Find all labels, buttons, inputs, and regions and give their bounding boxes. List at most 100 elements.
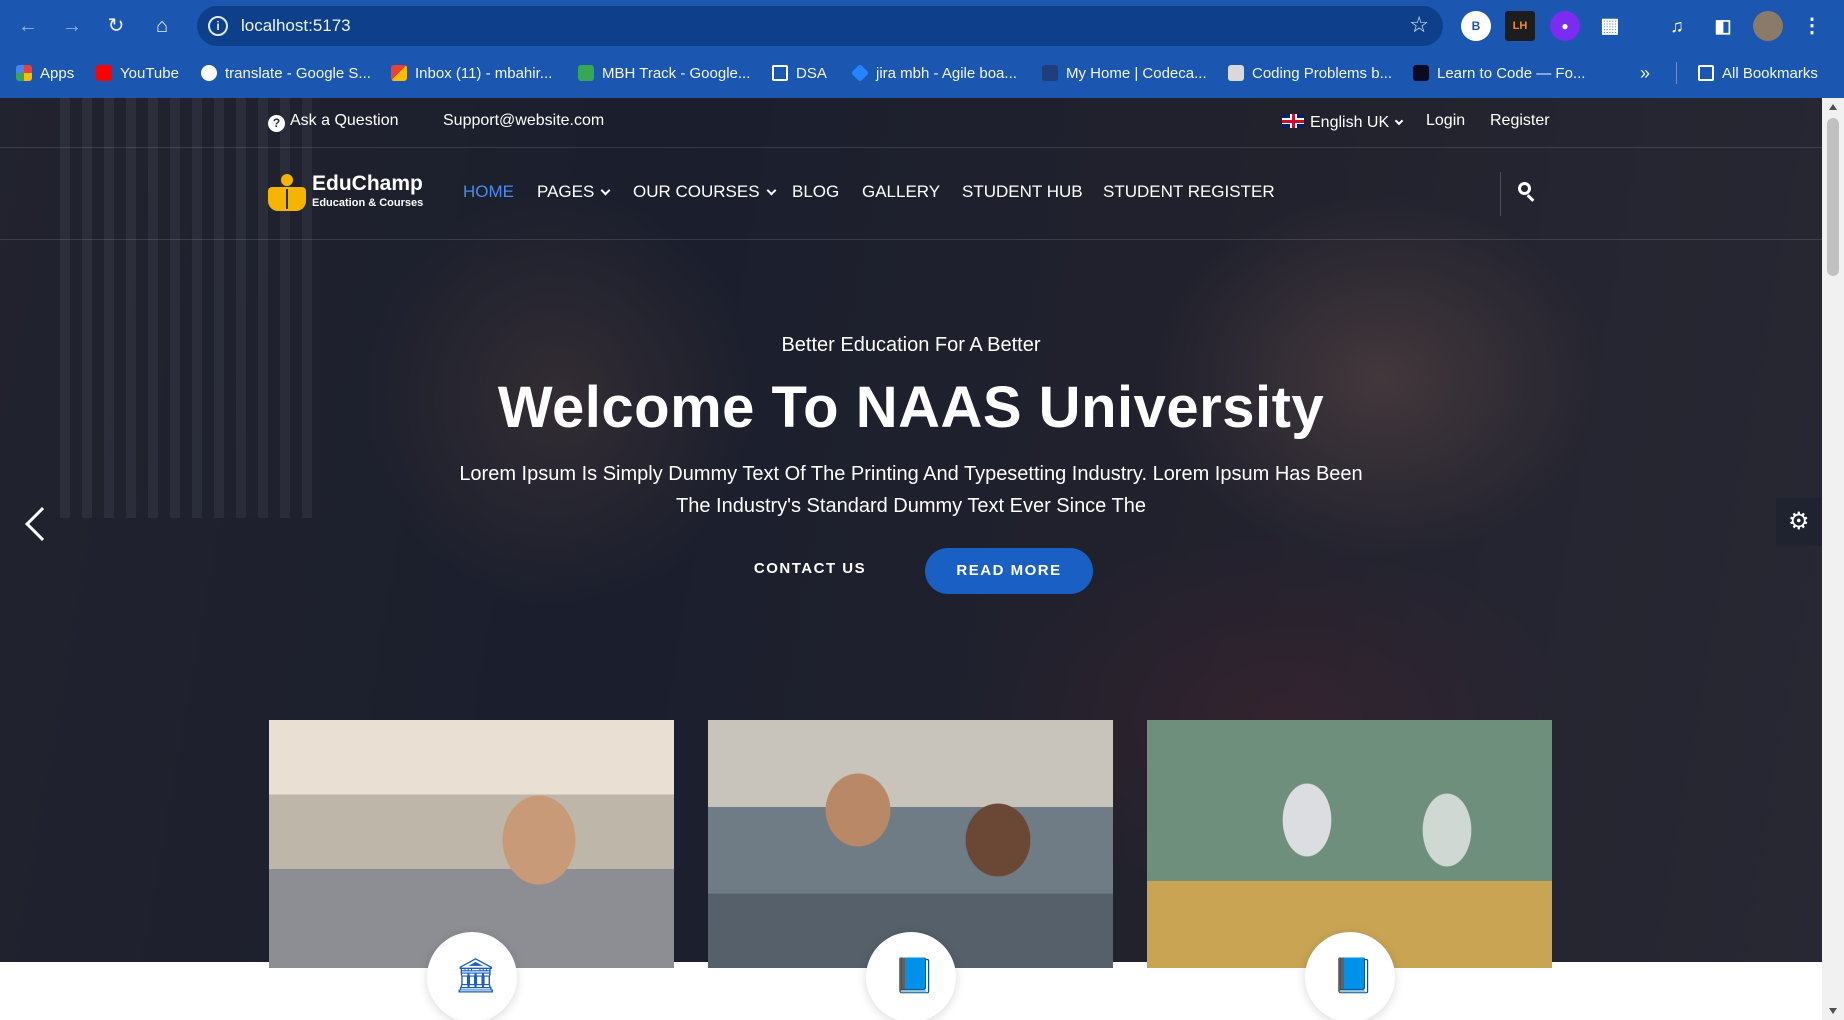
register-link[interactable]: Register — [1490, 112, 1550, 130]
bookmark-mbh-track[interactable]: MBH Track - Google... — [578, 62, 750, 84]
all-bookmarks-button[interactable]: All Bookmarks — [1698, 62, 1818, 84]
nav-divider — [1500, 172, 1501, 216]
bookmark-translate[interactable]: translate - Google S... — [201, 62, 371, 84]
hero-title: Welcome To NAAS University — [497, 375, 1325, 440]
nav-pages[interactable]: PAGES — [537, 182, 611, 202]
support-email-link[interactable]: Support@website.com — [443, 112, 604, 130]
profile-avatar[interactable]: B — [1461, 11, 1491, 41]
settings-panel-toggle[interactable]: ⚙ — [1776, 498, 1822, 546]
jira-icon — [850, 63, 870, 83]
media-control-icon[interactable]: ♫ — [1662, 11, 1692, 41]
contact-us-button[interactable]: CONTACT US — [728, 546, 892, 592]
nav-our-courses[interactable]: OUR COURSES — [633, 182, 777, 202]
reload-icon[interactable]: ↻ — [102, 12, 130, 40]
book-icon: 📘 — [893, 957, 936, 995]
bookmark-inbox[interactable]: Inbox (11) - mbahir... — [391, 62, 552, 84]
feature-card[interactable]: 📘 — [708, 720, 1113, 1020]
ask-question-label: Ask a Question — [290, 112, 399, 129]
extensions-puzzle-icon[interactable]: ▦ — [1595, 11, 1625, 41]
nav-student-register[interactable]: STUDENT REGISTER — [1103, 182, 1275, 202]
scroll-down-icon[interactable] — [1829, 1008, 1837, 1014]
main-navigation: EduChamp Education & Courses HOME PAGES … — [0, 148, 1822, 240]
google-icon — [201, 65, 217, 81]
address-bar[interactable]: i localhost:5173 ☆ — [197, 6, 1443, 46]
ask-question-link[interactable]: ? Ask a Question — [268, 112, 399, 132]
university-building-icon: 🏛 — [454, 957, 498, 995]
extension-circle-icon[interactable]: ● — [1550, 11, 1580, 41]
bookmark-label: jira mbh - Agile boa... — [876, 64, 1017, 82]
browser-menu-icon[interactable]: ⋮ — [1797, 11, 1827, 41]
side-panel-icon[interactable]: ◧ — [1708, 11, 1738, 41]
bookmark-dsa[interactable]: DSA — [772, 62, 827, 84]
nav-gallery[interactable]: GALLERY — [862, 182, 940, 202]
read-more-button[interactable]: READ MORE — [925, 548, 1093, 594]
logo-name: EduChamp — [312, 172, 423, 195]
scrollbar-thumb[interactable] — [1827, 118, 1839, 276]
top-info-bar: ? Ask a Question Support@website.com Engl… — [0, 98, 1822, 148]
feature-card[interactable]: 📘 — [1147, 720, 1552, 1020]
chevron-down-icon — [766, 185, 777, 196]
nav-courses-label: OUR COURSES — [633, 182, 760, 201]
bookmark-star-icon[interactable]: ☆ — [1409, 12, 1429, 38]
question-icon: ? — [268, 115, 285, 132]
nav-home[interactable]: HOME — [463, 182, 514, 202]
account-avatar[interactable] — [1753, 11, 1783, 41]
gear-icon: ⚙ — [1788, 508, 1810, 535]
nav-blog[interactable]: BLOG — [792, 182, 839, 202]
browser-toolbar: ← → ↻ ⌂ i localhost:5173 ☆ B LH ● ▦ ♫ ◧ … — [0, 0, 1844, 52]
login-link[interactable]: Login — [1426, 112, 1465, 130]
bookmark-label: Coding Problems b... — [1252, 64, 1393, 82]
nav-student-hub[interactable]: STUDENT HUB — [962, 182, 1083, 202]
page-viewport: ? Ask a Question Support@website.com Engl… — [0, 98, 1822, 1020]
bookmark-label: Learn to Code — Fo... — [1437, 64, 1586, 82]
bookmark-label: All Bookmarks — [1722, 64, 1818, 82]
bookmark-freecodecamp[interactable]: Learn to Code — Fo... — [1413, 62, 1585, 84]
language-selector[interactable]: English UK — [1282, 114, 1404, 132]
bookmark-jira[interactable]: jira mbh - Agile boa... — [850, 62, 1017, 84]
card-photo-lecture — [1147, 720, 1552, 968]
cc-icon — [1228, 65, 1244, 81]
codecademy-icon — [1042, 65, 1058, 81]
logo-reader-icon — [268, 174, 306, 212]
card-badge: 🏛 — [427, 932, 517, 1020]
bookmark-coding-problems[interactable]: Coding Problems b... — [1228, 62, 1392, 84]
lighthouse-extension-icon[interactable]: LH — [1505, 11, 1535, 41]
bookmark-label: DSA — [796, 64, 827, 82]
site-info-icon[interactable]: i — [208, 16, 228, 36]
nav-pages-label: PAGES — [537, 182, 595, 201]
scroll-up-icon[interactable] — [1829, 104, 1837, 110]
back-icon[interactable]: ← — [14, 12, 42, 40]
bookmark-apps[interactable]: Apps — [16, 62, 74, 84]
bookmark-label: MBH Track - Google... — [602, 64, 751, 82]
site-logo[interactable]: EduChamp Education & Courses — [268, 172, 440, 214]
chevron-down-icon — [600, 185, 611, 196]
bookmark-label: Inbox (11) - mbahir... — [415, 64, 553, 82]
hero-eyebrow: Better Education For A Better — [781, 334, 1041, 356]
apps-grid-icon — [16, 65, 32, 81]
search-icon[interactable] — [1517, 181, 1539, 203]
feature-card[interactable]: 🏛 — [269, 720, 674, 1020]
sheets-icon — [578, 65, 594, 81]
gmail-icon — [391, 65, 407, 81]
bookmark-codecademy[interactable]: My Home | Codeca... — [1042, 62, 1207, 84]
bookmark-label: Apps — [40, 64, 75, 82]
page-scrollbar[interactable] — [1822, 98, 1844, 1020]
bookmark-label: My Home | Codeca... — [1066, 64, 1207, 82]
folder-icon — [1698, 65, 1714, 81]
bookmarks-bar: Apps YouTube translate - Google S... Inb… — [0, 58, 1844, 88]
language-label: English UK — [1310, 114, 1390, 131]
bookmark-youtube[interactable]: YouTube — [96, 62, 179, 84]
uk-flag-icon — [1282, 114, 1304, 128]
bookmark-label: YouTube — [120, 64, 179, 82]
youtube-icon — [96, 65, 112, 81]
more-bookmarks-button[interactable]: » — [1640, 62, 1650, 84]
card-badge: 📘 — [1305, 932, 1395, 1020]
bookmarks-divider — [1676, 62, 1677, 84]
card-photo-classroom — [269, 720, 674, 968]
card-badge: 📘 — [866, 932, 956, 1020]
hero-description: Lorem Ipsum Is Simply Dummy Text Of The … — [459, 463, 1363, 517]
forward-icon[interactable]: → — [58, 12, 86, 40]
home-icon[interactable]: ⌂ — [148, 12, 176, 40]
folder-icon — [772, 65, 788, 81]
address-bar-url[interactable]: localhost:5173 — [241, 16, 351, 36]
